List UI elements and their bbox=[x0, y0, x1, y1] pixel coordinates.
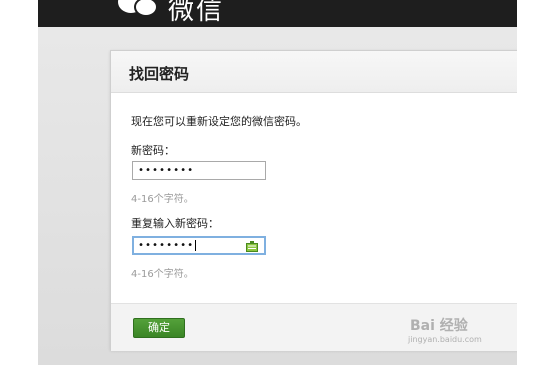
baidu-watermark: Bai 经验 jingyan.baidu.com bbox=[398, 313, 548, 353]
intro-text: 现在您可以重新设定您的微信密码。 bbox=[131, 115, 307, 128]
repeat-password-label: 重复输入新密码： bbox=[131, 217, 219, 230]
page-title: 找回密码 bbox=[129, 65, 190, 83]
text-caret bbox=[195, 240, 197, 251]
reset-password-card: 找回密码 现在您可以重新设定您的微信密码。 新密码： •••••••• 4-16… bbox=[110, 50, 517, 351]
new-password-label: 新密码： bbox=[131, 144, 175, 157]
watermark-url: jingyan.baidu.com bbox=[408, 335, 482, 344]
repeat-password-value: •••••••• bbox=[138, 240, 195, 251]
repeat-password-hint: 4-16个字符。 bbox=[131, 269, 194, 280]
app-name: 微信 bbox=[168, 0, 225, 26]
repeat-password-input[interactable]: •••••••• bbox=[132, 236, 266, 255]
page-background: 微信 找回密码 现在您可以重新设定您的微信密码。 新密码： •••••••• 4… bbox=[38, 0, 517, 365]
wechat-logo-icon bbox=[118, 0, 158, 17]
new-password-value: •••••••• bbox=[138, 165, 195, 176]
card-header: 找回密码 bbox=[111, 51, 517, 93]
watermark-text: Bai 经验 bbox=[410, 318, 468, 334]
keyboard-icon[interactable] bbox=[246, 241, 258, 252]
new-password-input[interactable]: •••••••• bbox=[132, 161, 266, 180]
confirm-button[interactable]: 确定 bbox=[133, 318, 185, 338]
new-password-hint: 4-16个字符。 bbox=[131, 194, 194, 205]
top-bar: 微信 bbox=[38, 0, 517, 27]
